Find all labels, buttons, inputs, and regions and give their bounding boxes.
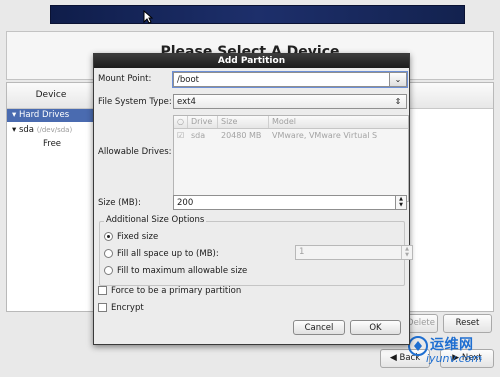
mount-point-label: Mount Point: xyxy=(98,74,152,84)
radio-fixed-size[interactable]: Fixed size xyxy=(104,232,158,242)
dialog-title[interactable]: Add Partition xyxy=(94,54,409,68)
mount-point-combo[interactable]: /boot ⌄ xyxy=(172,71,408,88)
tree-item-path: (/dev/sda) xyxy=(36,126,73,134)
additional-size-options-group: Additional Size Options Fixed size Fill … xyxy=(99,215,413,286)
mouse-pointer-icon xyxy=(143,9,154,27)
radio-fill-max[interactable]: Fill to maximum allowable size xyxy=(104,266,247,276)
size-label: Size (MB): xyxy=(98,198,141,208)
size-cell: 20480 MB xyxy=(221,131,262,140)
checkbox-icon[interactable] xyxy=(98,303,107,312)
fill-up-to-spinner[interactable]: 1 ▲ ▼ xyxy=(295,245,413,260)
drives-table-header: ○ Drive Size Model xyxy=(174,116,408,129)
chevron-down-icon[interactable]: ⌄ xyxy=(389,73,406,86)
radio-icon[interactable] xyxy=(104,266,113,275)
tree-item-label: sda xyxy=(18,125,35,135)
radio-fill-up-to[interactable]: Fill all space up to (MB): xyxy=(104,249,219,259)
cancel-button[interactable]: Cancel xyxy=(293,320,345,335)
fs-type-select[interactable]: ext4 ⇕ xyxy=(173,94,407,109)
column-drive[interactable]: Drive xyxy=(188,116,218,128)
column-size[interactable]: Size xyxy=(218,116,269,128)
fs-type-value: ext4 xyxy=(177,97,196,107)
checkbox-icon[interactable] xyxy=(98,286,107,295)
expander-icon[interactable]: ▾ xyxy=(12,125,16,135)
encrypt-checkbox[interactable]: Encrypt xyxy=(98,303,144,313)
expander-icon[interactable]: ▾ xyxy=(12,110,16,120)
radio-fill-up-to-label: Fill all space up to (MB): xyxy=(117,249,219,259)
reset-button[interactable]: Reset xyxy=(443,314,492,333)
arrow-left-icon: ◀ xyxy=(389,353,397,363)
mount-point-value: /boot xyxy=(177,75,199,85)
size-input[interactable]: 200 ▲ ▼ xyxy=(173,195,407,210)
table-row[interactable]: ☑ sda 20480 MB VMware, VMware Virtual S xyxy=(174,130,408,142)
primary-partition-checkbox[interactable]: Force to be a primary partition xyxy=(98,286,241,296)
checked-checkbox-icon[interactable]: ☑ xyxy=(177,130,184,142)
updown-arrows-icon[interactable]: ⇕ xyxy=(390,95,406,108)
group-title: Additional Size Options xyxy=(104,215,207,225)
drives-table: ○ Drive Size Model ☑ sda 20480 MB VMware… xyxy=(173,115,409,202)
add-partition-dialog: Add Partition Mount Point: /boot ⌄ File … xyxy=(93,53,413,345)
tree-item-hard-drives[interactable]: ▾ Hard Drives xyxy=(7,109,100,122)
fs-type-label: File System Type: xyxy=(98,97,172,107)
spinner-arrows-icon[interactable]: ▲ ▼ xyxy=(401,246,412,259)
radio-fill-max-label: Fill to maximum allowable size xyxy=(117,266,248,276)
drive-cell: sda xyxy=(191,131,206,140)
ok-button[interactable]: OK xyxy=(350,320,401,335)
encrypt-label: Encrypt xyxy=(111,303,144,313)
tree-item-label: Hard Drives xyxy=(18,110,70,120)
radio-selected-icon[interactable] xyxy=(104,232,113,241)
watermark-text: 运维网 xyxy=(430,337,474,353)
fill-up-to-value: 1 xyxy=(299,247,305,257)
watermark-url: iyunv.com xyxy=(426,352,483,365)
primary-partition-label: Force to be a primary partition xyxy=(111,286,242,296)
watermark-logo-icon xyxy=(408,336,428,359)
radio-icon[interactable] xyxy=(104,249,113,258)
allowable-drives-label: Allowable Drives: xyxy=(98,147,172,157)
spinner-arrows-icon[interactable]: ▲ ▼ xyxy=(395,196,406,209)
tree-item-free[interactable]: Free xyxy=(43,139,61,149)
select-column-header[interactable]: ○ xyxy=(174,116,188,128)
tree-item-sda[interactable]: ▾ sda (/dev/sda) xyxy=(12,125,72,135)
radio-fixed-label: Fixed size xyxy=(117,232,159,242)
column-model[interactable]: Model xyxy=(269,116,408,128)
header-banner xyxy=(50,5,465,24)
device-column-header[interactable]: Device xyxy=(7,83,96,109)
size-value: 200 xyxy=(177,198,194,208)
model-cell: VMware, VMware Virtual S xyxy=(272,131,378,140)
